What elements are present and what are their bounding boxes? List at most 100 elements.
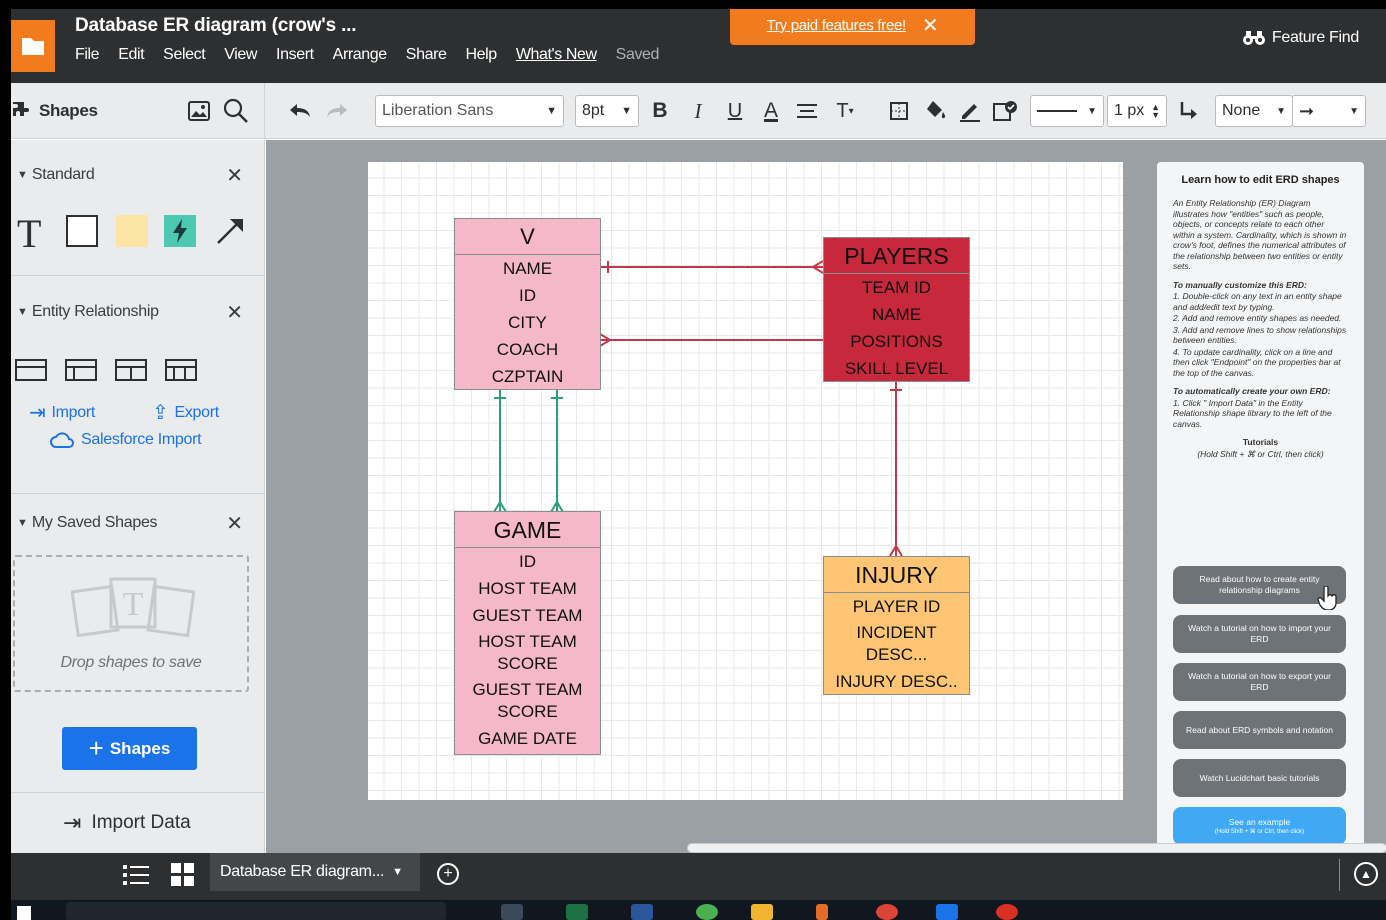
list-view-icon[interactable] bbox=[123, 863, 149, 892]
add-page-icon[interactable]: + bbox=[437, 863, 459, 885]
task-view-icon[interactable] bbox=[501, 904, 523, 920]
font-family-select[interactable]: Liberation Sans ▼ bbox=[375, 95, 564, 127]
connector-style-icon[interactable] bbox=[1175, 95, 1203, 127]
entity-players-field[interactable]: POSITIONS bbox=[824, 328, 969, 355]
entity-players-field[interactable]: SKILL LEVEL bbox=[824, 355, 969, 382]
line-width-stepper[interactable]: 1 px ▲ ▼ bbox=[1107, 95, 1167, 127]
app-icon[interactable] bbox=[936, 904, 958, 920]
entity-game-field[interactable]: HOST TEAM bbox=[455, 575, 600, 602]
text-options-icon[interactable]: T ▾ bbox=[833, 95, 857, 127]
import-link[interactable]: ⇥ Import bbox=[29, 400, 95, 425]
entity-game-field[interactable]: GUEST TEAM SCORE bbox=[455, 675, 600, 723]
er-section-header[interactable]: ▼ Entity Relationship ✕ bbox=[11, 297, 265, 327]
entity-v-field[interactable]: COACH bbox=[455, 336, 600, 363]
er-entity-shapes-icon[interactable] bbox=[15, 356, 205, 384]
font-size-select[interactable]: 8pt ▼ bbox=[575, 95, 639, 127]
note-shape-icon[interactable] bbox=[116, 215, 148, 247]
entity-injury-field[interactable]: INJURY DESC.. bbox=[824, 666, 969, 695]
see-example-button[interactable]: See an example (Hold Shift + ⌘ or Ctrl, … bbox=[1173, 807, 1346, 845]
text-color-icon[interactable]: A bbox=[759, 95, 783, 127]
lightning-shape-icon[interactable] bbox=[164, 215, 196, 247]
menu-file[interactable]: File bbox=[75, 46, 100, 64]
entity-injury-field[interactable]: PLAYER ID bbox=[824, 593, 969, 620]
navigate-icon[interactable]: ▲ bbox=[1354, 862, 1378, 886]
saved-shapes-section-header[interactable]: ▼ My Saved Shapes ✕ bbox=[11, 508, 265, 538]
close-icon[interactable]: ✕ bbox=[226, 300, 243, 325]
windows-start-icon[interactable] bbox=[17, 906, 31, 920]
line-style-select[interactable]: ▼ bbox=[1030, 95, 1104, 127]
promo-link[interactable]: Try paid features free! bbox=[767, 17, 907, 34]
fill-color-icon[interactable] bbox=[923, 95, 949, 127]
entity-game-field[interactable]: GUEST TEAM bbox=[455, 602, 600, 629]
entity-v-field[interactable]: ID bbox=[455, 282, 600, 309]
search-icon[interactable] bbox=[223, 98, 249, 124]
image-icon[interactable] bbox=[188, 101, 210, 121]
entity-injury-field[interactable]: INCIDENT DESC... bbox=[824, 620, 969, 666]
entity-v-field[interactable]: NAME bbox=[455, 255, 600, 282]
style-icon[interactable] bbox=[991, 95, 1019, 127]
entity-game-title[interactable]: GAME bbox=[455, 512, 600, 548]
entity-players-field[interactable]: TEAM ID bbox=[824, 274, 969, 301]
entity-v-field[interactable]: CITY bbox=[455, 309, 600, 336]
search-box[interactable] bbox=[66, 902, 446, 920]
import-data-button[interactable]: ⇥ Import Data bbox=[63, 810, 191, 836]
app-icon[interactable] bbox=[696, 904, 718, 920]
align-icon[interactable] bbox=[795, 95, 819, 127]
standard-section-header[interactable]: ▼ Standard ✕ bbox=[11, 160, 265, 190]
close-icon[interactable]: ✕ bbox=[226, 511, 243, 536]
excel-icon[interactable] bbox=[566, 904, 588, 920]
entity-injury[interactable]: INJURY PLAYER ID INCIDENT DESC... INJURY… bbox=[823, 556, 970, 695]
undo-icon[interactable] bbox=[286, 95, 314, 127]
entity-players-title[interactable]: PLAYERS bbox=[824, 238, 969, 274]
lucidchart-logo-icon[interactable] bbox=[11, 20, 55, 72]
entity-v[interactable]: V NAME ID CITY COACH CZPTAIN bbox=[454, 218, 601, 390]
arrow-end-select[interactable]: ➞ ▼ bbox=[1292, 95, 1366, 127]
grid-view-icon[interactable] bbox=[171, 863, 195, 892]
line-color-icon[interactable] bbox=[957, 95, 983, 127]
vlc-icon[interactable] bbox=[816, 904, 828, 920]
tutorial-button[interactable]: Read about ERD symbols and notation bbox=[1173, 711, 1346, 749]
entity-game[interactable]: GAME ID HOST TEAM GUEST TEAM HOST TEAM S… bbox=[454, 511, 601, 755]
menu-select[interactable]: Select bbox=[163, 46, 205, 64]
export-link[interactable]: ⇪ Export bbox=[152, 400, 219, 425]
italic-icon[interactable]: I bbox=[687, 95, 709, 127]
menu-view[interactable]: View bbox=[224, 46, 257, 64]
menu-insert[interactable]: Insert bbox=[276, 46, 314, 64]
entity-game-field[interactable]: GAME DATE bbox=[455, 723, 600, 752]
diagram-page[interactable]: V NAME ID CITY COACH CZPTAIN PLAYERS TEA… bbox=[368, 162, 1123, 800]
tutorial-button[interactable]: Watch Lucidchart basic tutorials bbox=[1173, 759, 1346, 797]
promo-close-icon[interactable]: ✕ bbox=[922, 13, 939, 38]
entity-injury-title[interactable]: INJURY bbox=[824, 557, 969, 593]
bold-icon[interactable]: B bbox=[649, 95, 671, 127]
feature-find-button[interactable]: Feature Find bbox=[1242, 29, 1359, 47]
close-icon[interactable]: ✕ bbox=[226, 163, 243, 188]
chrome-icon[interactable] bbox=[876, 904, 898, 920]
menu-share[interactable]: Share bbox=[406, 46, 447, 64]
entity-v-title[interactable]: V bbox=[455, 219, 600, 255]
horizontal-scrollbar[interactable] bbox=[687, 843, 1386, 853]
entity-game-field[interactable]: ID bbox=[455, 548, 600, 575]
arrow-start-select[interactable]: None ▼ bbox=[1215, 95, 1293, 127]
menu-help[interactable]: Help bbox=[466, 46, 498, 64]
menu-edit[interactable]: Edit bbox=[118, 46, 144, 64]
redo-icon[interactable] bbox=[323, 95, 351, 127]
entity-players[interactable]: PLAYERS TEAM ID NAME POSITIONS SKILL LEV… bbox=[823, 237, 970, 382]
page-tab[interactable]: Database ER diagram... ▼ bbox=[210, 853, 420, 891]
entity-players-field[interactable]: NAME bbox=[824, 301, 969, 328]
text-shape-icon[interactable]: T bbox=[17, 210, 41, 257]
add-shapes-button[interactable]: + Shapes bbox=[62, 727, 197, 770]
rectangle-shape-icon[interactable] bbox=[66, 215, 98, 247]
word-icon[interactable] bbox=[631, 904, 653, 920]
file-explorer-icon[interactable] bbox=[751, 904, 773, 920]
tutorial-button[interactable]: Watch a tutorial on how to export your E… bbox=[1173, 663, 1346, 701]
entity-v-field[interactable]: CZPTAIN bbox=[455, 363, 600, 390]
entity-game-field[interactable]: HOST TEAM SCORE bbox=[455, 629, 600, 675]
tutorial-button[interactable]: Watch a tutorial on how to import your E… bbox=[1173, 615, 1346, 653]
saved-shapes-dropzone[interactable]: T Drop shapes to save bbox=[13, 555, 249, 692]
menu-arrange[interactable]: Arrange bbox=[333, 46, 388, 64]
border-icon[interactable] bbox=[887, 95, 911, 127]
document-title[interactable]: Database ER diagram (crow's ... bbox=[75, 15, 357, 37]
menu-whats-new[interactable]: What's New bbox=[516, 46, 597, 64]
salesforce-import-link[interactable]: Salesforce Import bbox=[49, 431, 202, 449]
arrow-shape-icon[interactable] bbox=[214, 215, 246, 252]
